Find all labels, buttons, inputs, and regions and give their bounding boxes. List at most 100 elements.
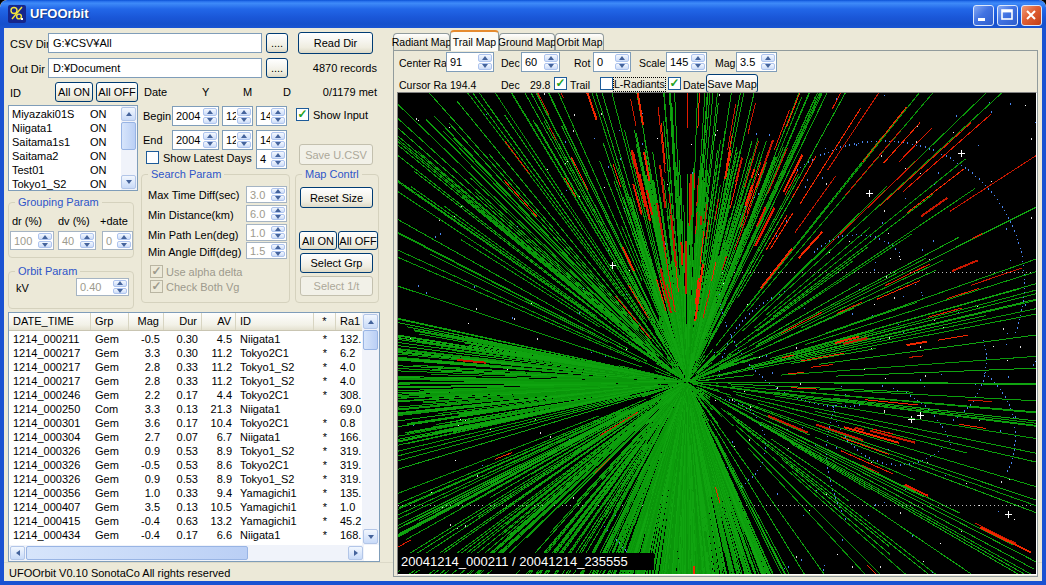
spin-up-button[interactable] [271,188,285,194]
select-1t-button[interactable]: Select 1/t [300,276,373,296]
scroll-down-button[interactable] [121,175,136,189]
spin-down-button[interactable] [271,233,285,239]
table-vscroll-thumb[interactable] [363,330,378,350]
spin-down-button[interactable] [271,160,285,168]
spin-down-button[interactable] [237,141,251,149]
begin-day-spinner[interactable]: 14 [256,106,287,126]
spin-up-button[interactable] [80,233,94,240]
station-row[interactable]: Test01ON [9,163,120,177]
tab-ground-map[interactable]: Ground Map [499,33,555,50]
begin-year-spinner[interactable]: 2004 [172,106,219,126]
table-row[interactable]: 1214_000326Gem-0.50.538.6Tokyo2C1*319. [9,458,364,472]
spin-up-button[interactable] [544,54,558,62]
min-angle-diff-spinner[interactable]: 1.5 [246,242,287,259]
table-scroll-right-button[interactable] [348,546,363,560]
station-row[interactable]: Saitama1s1ON [9,135,120,149]
spin-up-button[interactable] [203,132,217,140]
scroll-thumb[interactable] [121,122,136,150]
map-all-on-button[interactable]: All ON [299,231,337,250]
kv-spinner[interactable]: 0.40 [76,278,129,296]
mag-spinner[interactable]: 3.5 [736,52,777,72]
spin-up-button[interactable] [615,54,629,62]
spin-up-button[interactable] [271,244,285,250]
spin-down-button[interactable] [117,241,131,248]
dr-spinner[interactable]: 100 [10,231,54,250]
station-row[interactable]: Saitama2ON [9,149,120,163]
select-grp-button[interactable]: Select Grp [300,253,373,273]
center-ra-spinner[interactable]: 91 [446,52,494,72]
spin-up-button[interactable] [271,132,285,140]
table-row[interactable]: 1214_000217Gem2.80.3311.2Tokyo1_S2*4.0 [9,374,364,388]
spin-down-button[interactable] [478,63,492,71]
date-checkbox[interactable]: ✓ [668,77,681,90]
spin-down-button[interactable] [113,288,127,295]
table-scroll-left-button[interactable] [10,546,25,560]
table-row[interactable]: 1214_000246Gem2.20.174.4Tokyo2C1*308. [9,388,364,402]
spin-down-button[interactable] [38,241,52,248]
table-hscroll-thumb[interactable] [26,546,248,560]
column-header-mag[interactable]: Mag [129,313,164,330]
station-row[interactable]: Niigata1ON [9,121,120,135]
spin-up-button[interactable] [271,108,285,116]
maximize-button[interactable] [997,5,1018,26]
show-latest-days-checkbox[interactable] [146,151,159,164]
spin-up-button[interactable] [203,108,217,116]
spin-down-button[interactable] [271,117,285,125]
max-time-diff-spinner[interactable]: 3.0 [246,186,287,203]
station-row[interactable]: Miyazaki01SON [9,107,120,121]
spin-down-button[interactable] [691,63,705,71]
out-dir-input[interactable]: D:¥Document [48,58,262,78]
table-row[interactable]: 1214_000407Gem3.50.1310.5Yamagichi1*1.0 [9,500,364,514]
csv-browse-button[interactable]: .... [266,33,288,53]
map-all-off-button[interactable]: All OFF [338,231,378,250]
out-browse-button[interactable]: .... [266,58,288,78]
end-day-spinner[interactable]: 14 [256,130,287,150]
spin-down-button[interactable] [203,117,217,125]
spin-up-button[interactable] [113,280,127,287]
id-all-off-button[interactable]: All OFF [96,82,138,102]
table-scroll-down-button[interactable] [363,529,378,544]
spin-up-button[interactable] [271,151,285,159]
column-header-av[interactable]: AV [202,313,236,330]
spin-down-button[interactable] [203,141,217,149]
table-row[interactable]: 1214_000217Gem3.30.3011.2Tokyo2C1*6.2 [9,346,364,360]
spin-down-button[interactable] [80,241,94,248]
spin-up-button[interactable] [38,233,52,240]
table-row[interactable]: 1214_000434Gem-0.40.176.6Niigata1*168. [9,528,364,542]
reset-size-button[interactable]: Reset Size [300,187,373,208]
table-row[interactable]: 1214_000301Gem3.60.1710.4Tokyo2C1*0.8 [9,416,364,430]
center-dec-spinner[interactable]: 60 [521,52,560,72]
column-header-date-time[interactable]: DATE_TIME [9,313,91,330]
spin-up-button[interactable] [237,108,251,116]
spin-up-button[interactable] [237,132,251,140]
min-distance-spinner[interactable]: 6.0 [246,205,287,222]
station-row[interactable]: Tokyo1_S2ON [9,177,120,191]
table-row[interactable]: 1214_000326Gem0.90.538.9Tokyo1_S2*319. [9,472,364,486]
trail-checkbox[interactable]: ✓ [554,77,567,90]
save-map-button[interactable]: Save Map [706,74,758,93]
scroll-up-button[interactable] [121,107,136,121]
table-row[interactable]: 1214_000304Gem2.70.076.7Niigata1*166. [9,430,364,444]
trail-map-canvas[interactable]: 20041214_000211 / 20041214_235555 [397,92,1037,575]
minimize-button[interactable] [973,5,994,26]
show-input-checkbox[interactable]: ✓ [296,108,309,121]
column-header-star[interactable]: * [314,313,336,330]
spin-up-button[interactable] [271,207,285,213]
column-header-ra1[interactable]: Ra1 [336,313,364,330]
table-row[interactable]: 1214_000415Gem-0.40.6313.2Yamagichi1*45.… [9,514,364,528]
tab-orbit-map[interactable]: Orbit Map [555,33,604,50]
table-row[interactable]: 1214_000217Gem2.80.3311.2Tokyo1_S2*4.0 [9,360,364,374]
close-button[interactable] [1021,5,1042,26]
spin-down-button[interactable] [271,195,285,201]
plusdate-spinner[interactable]: 0 [102,231,133,250]
min-path-len-spinner[interactable]: 1.0 [246,224,287,241]
tab-trail-map[interactable]: Trail Map [450,30,499,51]
column-header-id[interactable]: ID [236,313,314,330]
scale-spinner[interactable]: 145 [666,52,707,72]
end-year-spinner[interactable]: 2004 [172,130,219,150]
table-row[interactable]: 1214_000356Gem1.00.339.4Yamagichi1*135. [9,486,364,500]
begin-month-spinner[interactable]: 12 [222,106,253,126]
dv-spinner[interactable]: 40 [58,231,96,250]
table-row[interactable]: 1214_000326Gem0.90.538.9Tokyo1_S2*319. [9,444,364,458]
spin-down-button[interactable] [271,251,285,257]
